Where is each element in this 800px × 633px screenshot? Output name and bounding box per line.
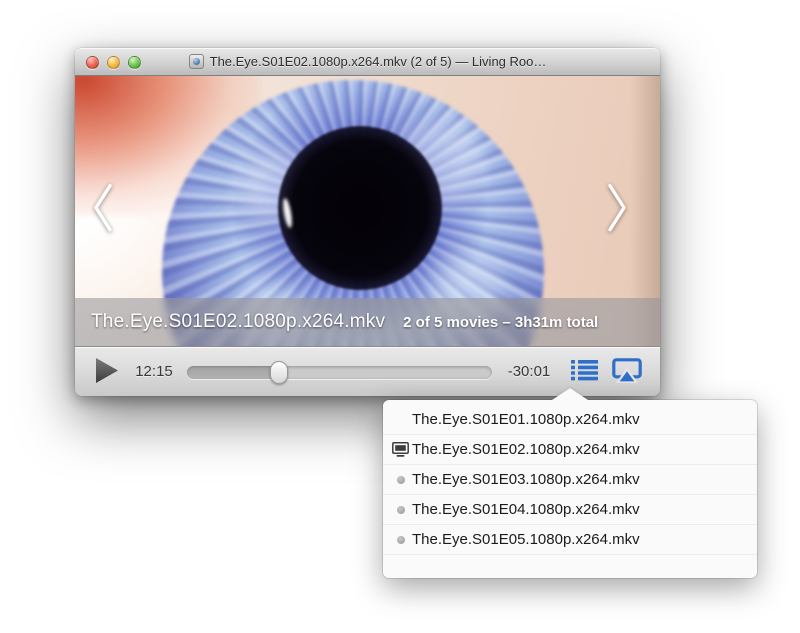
playlist-item-label: The.Eye.S01E05.1080p.x264.mkv [412, 531, 640, 548]
slider-track[interactable] [187, 366, 492, 379]
chevron-right-icon [604, 180, 630, 237]
queue-dot-icon [389, 536, 412, 544]
overlay-queue-info: 2 of 5 movies – 3h31m total [403, 314, 598, 331]
slider-thumb[interactable] [270, 361, 288, 384]
minimize-button[interactable] [107, 56, 120, 69]
seek-slider[interactable] [187, 360, 492, 384]
chevron-left-icon [90, 180, 116, 237]
document-proxy-icon[interactable] [189, 54, 204, 69]
remaining-time: -30:01 [502, 363, 556, 380]
desktop: The.Eye.S01E02.1080p.x264.mkv (2 of 5) —… [0, 0, 800, 633]
next-movie-button[interactable] [602, 180, 632, 238]
eye-pupil-art [278, 126, 442, 290]
play-button[interactable] [91, 357, 121, 387]
overlay-filename: The.Eye.S01E02.1080p.x264.mkv [91, 311, 385, 333]
playlist-item-label: The.Eye.S01E03.1080p.x264.mkv [412, 471, 640, 488]
now-playing-overlay: The.Eye.S01E02.1080p.x264.mkv 2 of 5 mov… [75, 298, 660, 346]
popover-arrow [552, 388, 588, 400]
traffic-lights [86, 56, 141, 69]
window-title: The.Eye.S01E02.1080p.x264.mkv (2 of 5) —… [210, 54, 547, 69]
playlist-item-label: The.Eye.S01E02.1080p.x264.mkv [412, 441, 640, 458]
airplay-button[interactable] [610, 357, 644, 387]
playlist-item[interactable]: The.Eye.S01E02.1080p.x264.mkv [383, 435, 757, 465]
elapsed-time: 12:15 [131, 363, 177, 380]
slider-fill [187, 366, 279, 379]
player-window: The.Eye.S01E02.1080p.x264.mkv (2 of 5) —… [75, 48, 660, 396]
playlist-popover: The.Eye.S01E01.1080p.x264.mkv The.Eye.S0… [383, 400, 757, 578]
eye-highlight-art [281, 198, 293, 229]
close-button[interactable] [86, 56, 99, 69]
playlist-item-label: The.Eye.S01E01.1080p.x264.mkv [412, 411, 640, 428]
playlist-item[interactable]: The.Eye.S01E01.1080p.x264.mkv [383, 405, 757, 435]
display-icon [389, 442, 412, 457]
previous-movie-button[interactable] [88, 180, 118, 238]
title-group: The.Eye.S01E02.1080p.x264.mkv (2 of 5) —… [189, 54, 547, 69]
play-icon [94, 357, 119, 387]
queue-dot-icon [389, 506, 412, 514]
playlist-button[interactable] [568, 357, 600, 387]
titlebar: The.Eye.S01E02.1080p.x264.mkv (2 of 5) —… [75, 48, 660, 76]
playlist-icon [571, 359, 598, 384]
queue-dot-icon [389, 476, 412, 484]
playlist-item[interactable]: The.Eye.S01E05.1080p.x264.mkv [383, 525, 757, 555]
playlist-item[interactable]: The.Eye.S01E04.1080p.x264.mkv [383, 495, 757, 525]
video-viewport[interactable]: The.Eye.S01E02.1080p.x264.mkv 2 of 5 mov… [75, 76, 660, 346]
zoom-button[interactable] [128, 56, 141, 69]
airplay-icon [612, 358, 642, 386]
playlist-item-label: The.Eye.S01E04.1080p.x264.mkv [412, 501, 640, 518]
playlist-item[interactable]: The.Eye.S01E03.1080p.x264.mkv [383, 465, 757, 495]
